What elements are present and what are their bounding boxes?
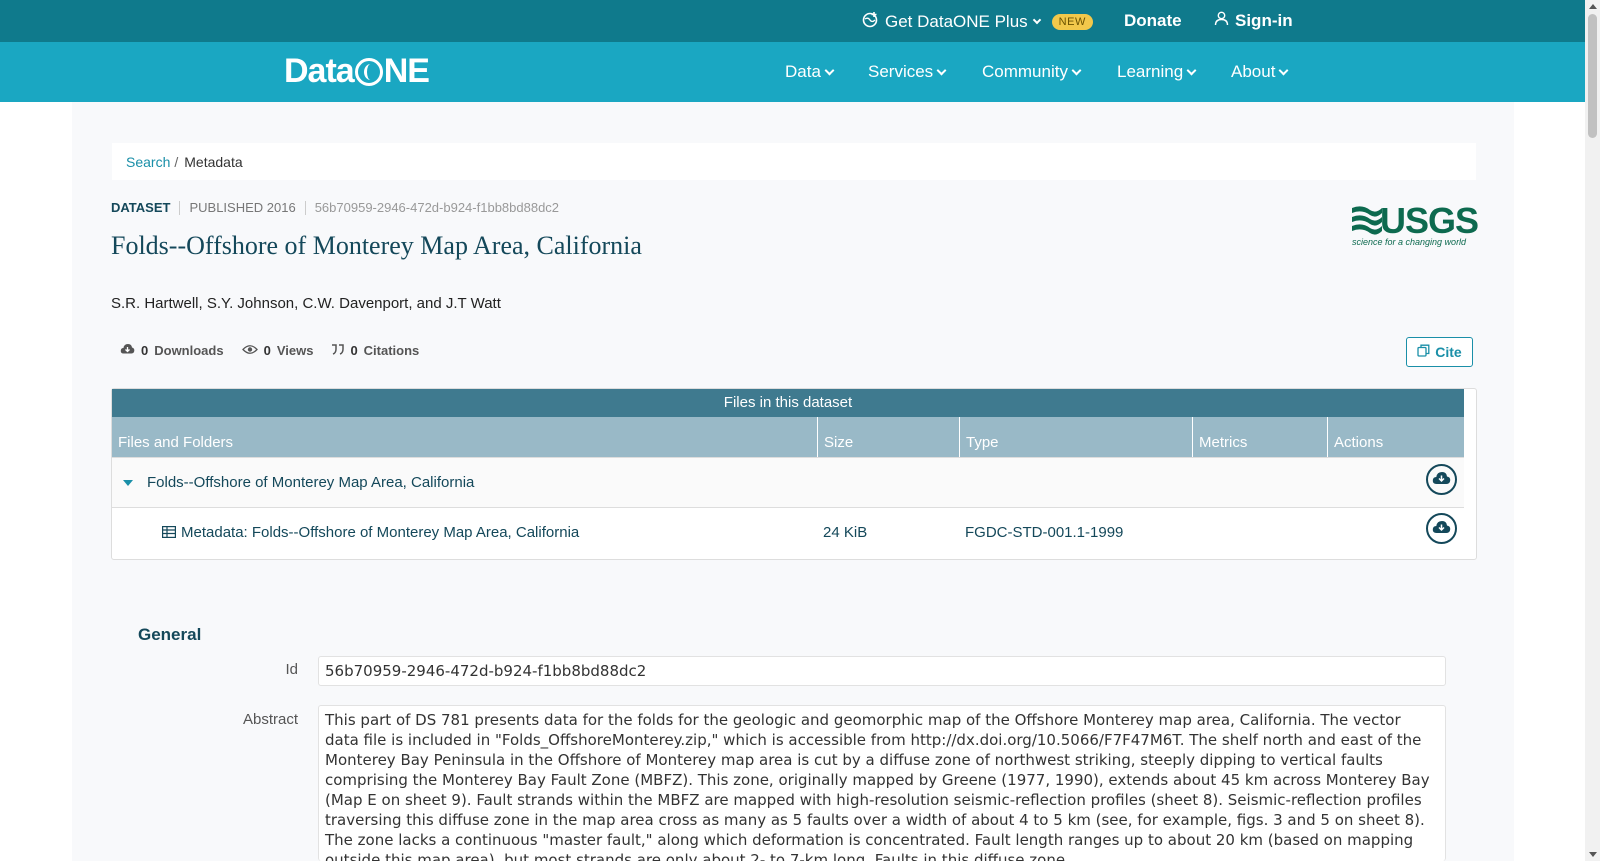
views-stat: 0 Views [241, 343, 314, 358]
abstract-label: Abstract [242, 711, 298, 728]
id-value: 56b70959-2946-472d-b924-f1bb8bd88dc2 [318, 656, 1446, 686]
scroll-down-icon[interactable] [1589, 852, 1597, 857]
citations-stat: 0 Citations [331, 343, 419, 358]
chevron-down-icon [1186, 65, 1197, 75]
dataset-pid: 56b70959-2946-472d-b924-f1bb8bd88dc2 [314, 200, 560, 215]
chevron-down-icon [1071, 65, 1082, 75]
breadcrumb-current: Metadata [184, 154, 243, 170]
download-file-button[interactable] [1426, 513, 1457, 544]
files-table: Files in this dataset Files and Folders … [111, 388, 1477, 560]
user-icon [1214, 11, 1229, 31]
sign-in-link[interactable]: Sign-in [1214, 11, 1293, 31]
nav-about-label: About [1231, 62, 1276, 81]
cloud-download-icon [1432, 471, 1451, 489]
downloads-stat: 0 Downloads [120, 343, 224, 358]
nav-learning[interactable]: Learning [1117, 62, 1197, 82]
usgs-tagline: science for a changing world [1352, 237, 1467, 247]
id-label: Id [285, 661, 298, 678]
dataset-type: DATASET [111, 200, 171, 215]
nav-learning-label: Learning [1117, 62, 1184, 81]
file-size: 24 KiB [823, 524, 868, 541]
globe-icon [354, 57, 383, 86]
usgs-wordmark: USGS [1380, 200, 1479, 241]
abstract-value: This part of DS 781 presents data for th… [318, 705, 1446, 861]
dataset-authors: S.R. Hartwell, S.Y. Johnson, C.W. Davenp… [111, 295, 501, 312]
citations-label: Citations [363, 343, 420, 358]
chevron-down-icon [1032, 15, 1041, 25]
col-actions: Actions [1327, 417, 1464, 457]
download-folder-button[interactable] [1426, 464, 1457, 495]
nav-data-label: Data [785, 62, 821, 81]
col-type: Type [959, 417, 1192, 457]
cite-button[interactable]: Cite [1406, 337, 1473, 367]
new-badge: NEW [1051, 14, 1093, 30]
scroll-up-icon[interactable] [1589, 4, 1597, 9]
file-name[interactable]: Metadata: Folds--Offshore of Monterey Ma… [181, 524, 579, 541]
nav-services-label: Services [868, 62, 934, 81]
folder-name[interactable]: Folds--Offshore of Monterey Map Area, Ca… [147, 474, 474, 491]
divider [304, 200, 306, 215]
get-dataone-plus-label: Get DataONE Plus [885, 12, 1028, 31]
dataset-meta: DATASET PUBLISHED 2016 56b70959-2946-472… [111, 200, 559, 215]
dataone-logo[interactable]: Data NE [284, 52, 430, 91]
nav-data[interactable]: Data [785, 62, 835, 82]
table-row: Metadata: Folds--Offshore of Monterey Ma… [112, 507, 1464, 557]
breadcrumb: Search / Metadata [112, 143, 1476, 180]
table-row: Folds--Offshore of Monterey Map Area, Ca… [112, 457, 1464, 507]
nav-services[interactable]: Services [868, 62, 947, 82]
sign-in-label: Sign-in [1235, 11, 1293, 30]
nav-community[interactable]: Community [982, 62, 1082, 82]
usgs-logo: USGS science for a changing world [1352, 200, 1479, 250]
main-nav: Data NE Data Services Community Learning … [0, 42, 1585, 102]
published-year: PUBLISHED 2016 [189, 200, 296, 215]
breadcrumb-search-link[interactable]: Search [126, 154, 170, 170]
col-files-and-folders: Files and Folders [118, 434, 234, 451]
file-type: FGDC-STD-001.1-1999 [965, 524, 1124, 541]
col-size: Size [817, 417, 959, 457]
get-dataone-plus-menu[interactable]: Get DataONE Plus NEW [862, 11, 1093, 33]
citations-count: 0 [350, 343, 358, 358]
cloud-download-icon [1432, 520, 1451, 538]
col-metrics: Metrics [1192, 417, 1327, 457]
caret-down-icon[interactable] [123, 480, 133, 486]
downloads-label: Downloads [154, 343, 224, 358]
chevron-down-icon [824, 65, 835, 75]
nav-about[interactable]: About [1231, 62, 1289, 82]
top-bar: Get DataONE Plus NEW Donate Sign-in [0, 0, 1585, 42]
usgs-wave-icon [1352, 206, 1382, 235]
table-icon [162, 525, 177, 542]
general-section-title: General [138, 625, 202, 644]
downloads-count: 0 [141, 343, 149, 358]
nav-community-label: Community [982, 62, 1068, 81]
page-scrollbar[interactable] [1585, 0, 1600, 861]
divider [179, 200, 181, 215]
files-table-header: Files and Folders Size Type Metrics Acti… [112, 417, 1464, 457]
donate-link[interactable]: Donate [1124, 11, 1182, 31]
quote-icon [331, 343, 345, 358]
views-label: Views [276, 343, 314, 358]
dataset-stats: 0 Downloads 0 Views 0 Citations [120, 343, 419, 358]
files-table-heading: Files in this dataset [112, 389, 1464, 417]
dataset-title: Folds--Offshore of Monterey Map Area, Ca… [111, 231, 642, 260]
breadcrumb-separator: / [174, 154, 179, 170]
scrollbar-thumb[interactable] [1588, 14, 1597, 138]
cite-label: Cite [1435, 344, 1462, 360]
eye-icon [241, 343, 258, 358]
globe-plus-icon [862, 11, 879, 33]
views-count: 0 [263, 343, 271, 358]
chevron-down-icon [936, 65, 947, 75]
copy-icon [1417, 344, 1430, 360]
chevron-down-icon [1278, 65, 1289, 75]
cloud-download-icon [120, 343, 135, 358]
